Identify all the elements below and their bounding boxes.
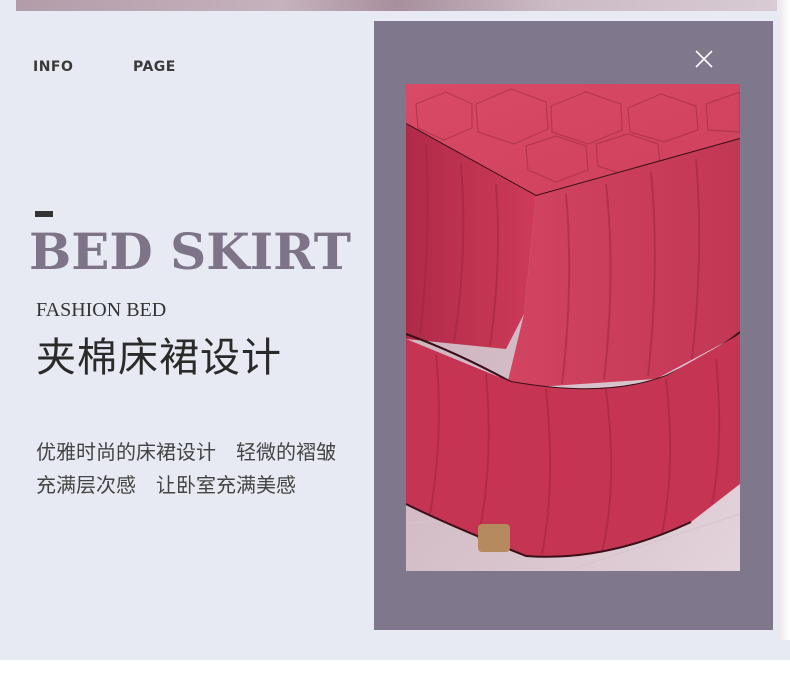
description: 优雅时尚的床裙设计 轻微的褶皱 充满层次感 让卧室充满美感 xyxy=(36,436,366,502)
top-nav: INFO PAGE xyxy=(33,59,176,75)
subheadline: FASHION BED xyxy=(36,299,167,321)
bed-skirt-photo xyxy=(406,84,740,571)
chinese-title: 夹棉床裙设计 xyxy=(36,335,282,381)
previous-image-strip xyxy=(16,0,777,11)
headline: BED SKIRT xyxy=(29,222,351,281)
close-icon[interactable] xyxy=(694,49,714,69)
image-panel xyxy=(374,21,773,630)
nav-info[interactable]: INFO xyxy=(33,59,133,75)
nav-page[interactable]: PAGE xyxy=(133,59,176,75)
right-edge-strip xyxy=(779,0,790,640)
description-line: 充满层次感 让卧室充满美感 xyxy=(36,473,296,497)
description-line: 优雅时尚的床裙设计 轻微的褶皱 xyxy=(36,440,336,464)
accent-dash xyxy=(35,211,53,217)
